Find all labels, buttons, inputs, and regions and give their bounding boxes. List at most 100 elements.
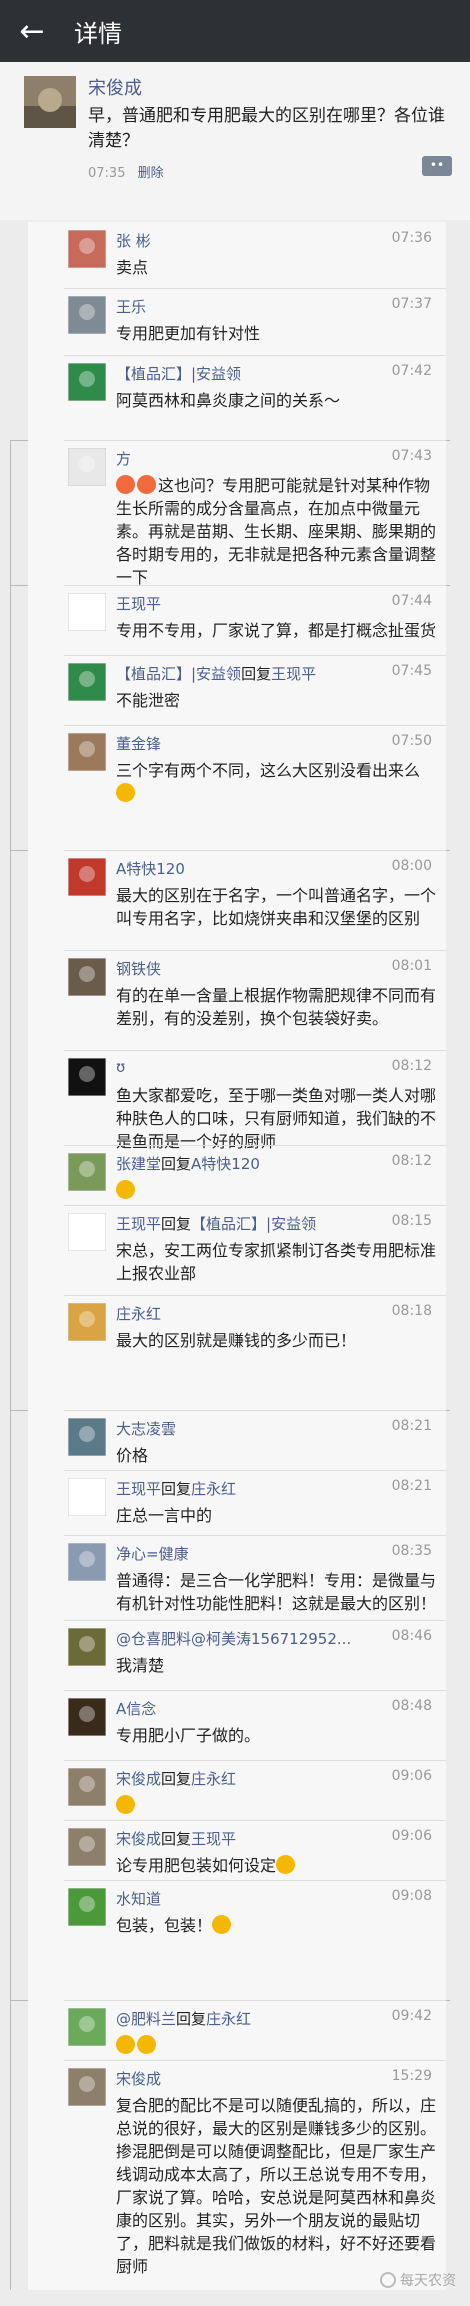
comment-item[interactable]: 方 07:43 这也问？专用肥可能就是针对某种作物生长所需的成分含量高点，在加点中微… xyxy=(28,440,446,587)
comment-item[interactable]: 王现平回复庄永红 08:21 庄总一言中的 xyxy=(28,1470,446,1535)
top-bar: ← 详情 xyxy=(0,0,470,62)
comment-time: 07:44 xyxy=(391,593,432,609)
avatar[interactable] xyxy=(68,2008,106,2046)
comment-item[interactable]: A信念 08:48 专用肥小厂子做的。 xyxy=(28,1690,446,1760)
commenter-name[interactable]: 【植品汇】|安益领 xyxy=(116,363,241,384)
comment-time: 08:21 xyxy=(391,1418,432,1434)
commenter-name[interactable]: ʊ xyxy=(116,1058,125,1076)
commenter-name[interactable]: 钢铁侠 xyxy=(116,958,161,979)
comment-item[interactable]: 王乐 07:37 专用肥更加有针对性 xyxy=(28,288,446,355)
comment-item[interactable]: 宋俊成回复王现平 09:06 论专用肥包装如何设定 xyxy=(28,1820,446,1880)
commenter-name[interactable]: 庄永红 xyxy=(116,1303,161,1324)
avatar[interactable] xyxy=(68,958,106,996)
comment-item[interactable]: 水知道 09:08 包装，包装！ xyxy=(28,1880,446,1955)
comment-item[interactable]: 【植品汇】|安益领 07:42 阿莫西林和鼻炎康之间的关系～ xyxy=(28,355,446,440)
emoji-icon xyxy=(116,1795,135,1814)
comment-item[interactable]: 宋俊成 15:29 复合肥的配比不是可以随便乱搞的，所以，庄总说的很好，最大的区别是… xyxy=(28,2060,446,2290)
watermark: 每天农资 xyxy=(380,2270,456,2290)
comment-item[interactable]: 张 彬 07:36 卖点 xyxy=(28,222,446,288)
comment-item[interactable]: A特快120 08:00 最大的区别在于名字，一个叫普通名字，一个叫专用名字，比如烧… xyxy=(28,850,446,950)
commenter-name[interactable]: 王现平回复庄永红 xyxy=(116,1478,236,1499)
commenter-name[interactable]: 董金锋 xyxy=(116,733,161,754)
comment-text: 专用肥小厂子做的。 xyxy=(116,1726,261,1745)
avatar[interactable] xyxy=(68,1058,106,1096)
comment-time: 09:06 xyxy=(391,1828,432,1844)
avatar[interactable] xyxy=(68,1828,106,1866)
commenter-name[interactable]: 王乐 xyxy=(116,296,146,317)
avatar[interactable] xyxy=(68,1543,106,1581)
avatar[interactable] xyxy=(68,663,106,701)
avatar[interactable] xyxy=(68,593,106,631)
commenter-name[interactable]: @仓喜肥料@柯美涛156712952... xyxy=(116,1628,351,1649)
comment-time: 07:45 xyxy=(391,663,432,679)
avatar[interactable] xyxy=(68,230,106,268)
comment-item[interactable]: 董金锋 07:50 三个字有两个不同，这么大区别没看出来么 xyxy=(28,725,446,825)
avatar[interactable] xyxy=(68,1628,106,1666)
divider xyxy=(10,440,11,2290)
commenter-name[interactable]: 王现平 xyxy=(116,593,161,614)
back-arrow-icon[interactable]: ← xyxy=(0,0,64,62)
comment-item[interactable]: 净心=健康 08:35 普通得：是三合一化学肥料！专用：是微量与有机针对性功能性肥料… xyxy=(28,1535,446,1620)
commenter-name[interactable]: 大志凌雲 xyxy=(116,1418,176,1439)
comment-time: 08:12 xyxy=(391,1058,432,1074)
comment-item[interactable]: 钢铁侠 08:01 有的在单一含量上根据作物需肥规律不同而有差别，有的没差别，换个包… xyxy=(28,950,446,1050)
commenter-name[interactable]: A信念 xyxy=(116,1698,156,1719)
comment-item[interactable]: ʊ 08:12 鱼大家都爱吃，至于哪一类鱼对哪一类人对哪种肤色人的口味，只有厨师知道… xyxy=(28,1050,446,1151)
commenter-name[interactable]: 张建堂回复A特快120 xyxy=(116,1153,260,1174)
comment-text: 最大的区别在于名字，一个叫普通名字，一个叫专用名字，比如烧饼夹串和汉堡堡的区别 xyxy=(116,886,437,928)
avatar[interactable] xyxy=(68,1698,106,1736)
avatar[interactable] xyxy=(68,363,106,401)
comment-item[interactable]: 王现平 07:44 专用不专用，厂家说了算，都是打概念扯蛋货 xyxy=(28,585,446,655)
comment-text: 有的在单一含量上根据作物需肥规律不同而有差别，有的没差别，换个包装袋好卖。 xyxy=(116,986,437,1028)
delete-link[interactable]: 删除 xyxy=(138,166,164,181)
comment-time: 08:21 xyxy=(391,1478,432,1494)
comment-item[interactable]: 【植品汇】|安益领回复王现平 07:45 不能泄密 xyxy=(28,655,446,725)
separator xyxy=(64,2000,446,2001)
separator xyxy=(64,1535,446,1536)
post-time: 07:35 xyxy=(88,166,126,181)
comment-item[interactable]: @肥料兰回复庄永红 09:42 xyxy=(28,2000,446,2060)
commenter-name[interactable]: 宋俊成回复庄永红 xyxy=(116,1768,236,1789)
avatar[interactable] xyxy=(68,1213,106,1251)
commenter-name[interactable]: 宋俊成回复王现平 xyxy=(116,1828,236,1849)
commenter-name[interactable]: 【植品汇】|安益领回复王现平 xyxy=(116,663,316,684)
comment-text: 不能泄密 xyxy=(116,691,181,710)
post-author[interactable]: 宋俊成 xyxy=(88,74,142,100)
author-avatar[interactable] xyxy=(24,76,76,128)
commenter-name[interactable]: 宋俊成 xyxy=(116,2068,161,2089)
avatar[interactable] xyxy=(68,1418,106,1456)
avatar[interactable] xyxy=(68,1768,106,1806)
comment-item[interactable]: @仓喜肥料@柯美涛156712952... 08:46 我清楚 xyxy=(28,1620,446,1690)
separator xyxy=(64,2060,446,2061)
more-icon[interactable]: •• xyxy=(422,156,452,176)
comment-item[interactable]: 宋俊成回复庄永红 09:06 xyxy=(28,1760,446,1820)
avatar[interactable] xyxy=(68,1153,106,1191)
commenter-name[interactable]: 方 xyxy=(116,448,131,469)
comment-item[interactable]: 庄永红 08:18 最大的区别就是赚钱的多少而已！ xyxy=(28,1295,446,1375)
commenter-name[interactable]: 王现平回复【植品汇】|安益领 xyxy=(116,1213,316,1234)
avatar[interactable] xyxy=(68,1888,106,1926)
emoji-icon xyxy=(276,1855,296,1874)
original-post: 宋俊成 早，普通肥和专用肥最大的区别在哪里？各位谁清楚？ 07:35 删除 •• xyxy=(0,62,470,220)
commenter-name[interactable]: 净心=健康 xyxy=(116,1543,189,1564)
separator xyxy=(64,355,446,356)
avatar[interactable] xyxy=(68,296,106,334)
comment-item[interactable]: 大志凌雲 08:21 价格 xyxy=(28,1410,446,1470)
avatar[interactable] xyxy=(68,858,106,896)
avatar[interactable] xyxy=(68,1303,106,1341)
comment-time: 08:12 xyxy=(391,1153,432,1169)
avatar[interactable] xyxy=(68,733,106,771)
avatar[interactable] xyxy=(68,448,106,486)
avatar[interactable] xyxy=(68,1478,106,1516)
commenter-name[interactable]: A特快120 xyxy=(116,858,185,879)
comment-text: 专用肥更加有针对性 xyxy=(116,324,261,343)
comment-item[interactable]: 王现平回复【植品汇】|安益领 08:15 宋总，安工两位专家抓紧制订各类专用肥标准上… xyxy=(28,1205,446,1295)
commenter-name[interactable]: 张 彬 xyxy=(116,230,151,251)
separator xyxy=(64,1205,446,1206)
comment-item[interactable]: 张建堂回复A特快120 08:12 xyxy=(28,1145,446,1205)
separator xyxy=(64,1050,446,1051)
commenter-name[interactable]: @肥料兰回复庄永红 xyxy=(116,2008,251,2029)
comment-text: 鱼大家都爱吃，至于哪一类鱼对哪一类人对哪种肤色人的口味，只有厨师知道，我们缺的不… xyxy=(116,1086,437,1151)
avatar[interactable] xyxy=(68,2068,106,2106)
commenter-name[interactable]: 水知道 xyxy=(116,1888,161,1909)
